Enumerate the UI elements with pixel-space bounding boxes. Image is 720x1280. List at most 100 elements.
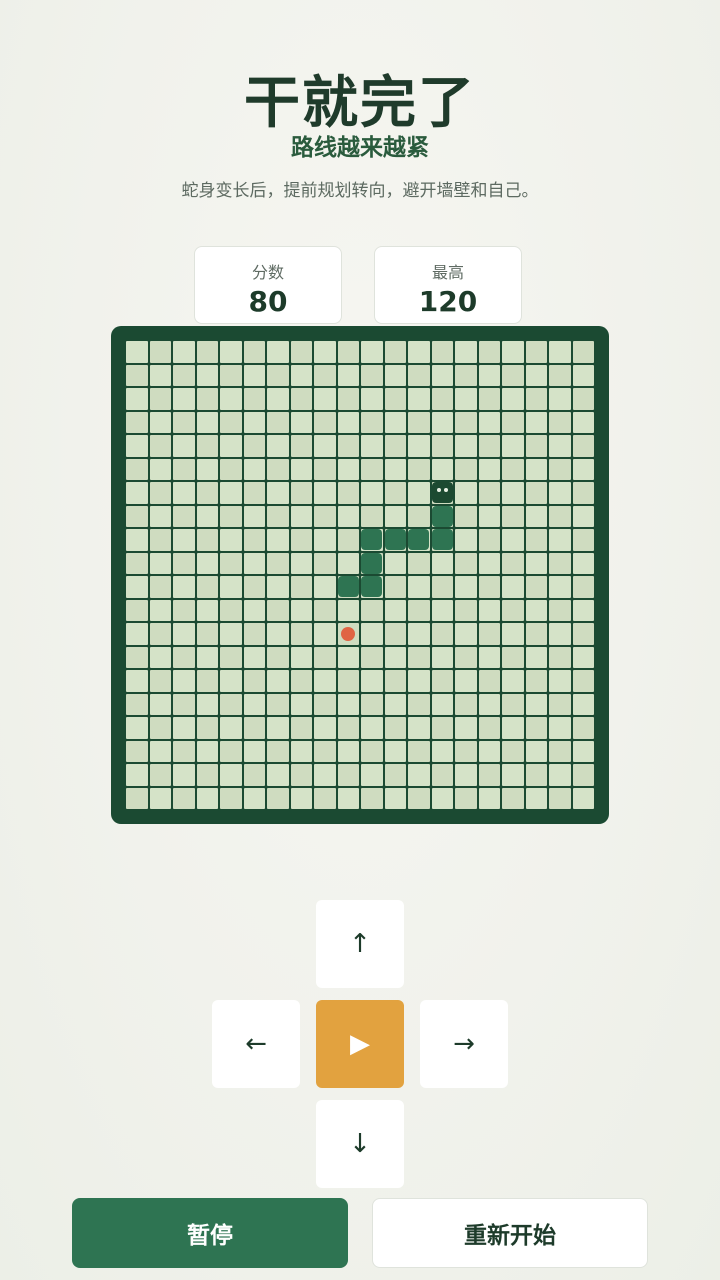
up-button[interactable]: ↑ <box>316 900 404 988</box>
board-cell <box>408 646 430 668</box>
board-cell <box>243 693 265 715</box>
board-cell <box>337 505 359 527</box>
board-cell <box>243 764 265 786</box>
board-cell <box>149 740 171 762</box>
board-cell <box>290 364 312 386</box>
board-cell <box>502 693 524 715</box>
board-cell <box>126 552 148 574</box>
board-cell <box>549 787 571 809</box>
board-cell <box>478 341 500 363</box>
board-cell <box>149 458 171 480</box>
snake-segment <box>361 552 383 574</box>
board-cell <box>196 646 218 668</box>
board-cell <box>149 435 171 457</box>
board-cell <box>149 411 171 433</box>
board-cell <box>408 670 430 692</box>
board-cell <box>549 388 571 410</box>
board-cell <box>290 576 312 598</box>
board-cell <box>455 388 477 410</box>
board-cell <box>408 693 430 715</box>
board-cell <box>337 787 359 809</box>
board-cell <box>502 388 524 410</box>
board-cell <box>502 646 524 668</box>
left-button[interactable]: ← <box>212 1000 300 1088</box>
down-button[interactable]: ↓ <box>316 1100 404 1188</box>
board-cell <box>455 693 477 715</box>
board-cell <box>173 717 195 739</box>
board-cell <box>502 505 524 527</box>
board-cell <box>408 787 430 809</box>
board-cell <box>478 693 500 715</box>
board-cell <box>337 764 359 786</box>
board-cell <box>361 764 383 786</box>
board-cell <box>173 505 195 527</box>
board-cell <box>408 599 430 621</box>
board-cell <box>243 740 265 762</box>
board-cell <box>431 764 453 786</box>
board-cell <box>126 787 148 809</box>
board-cell <box>478 717 500 739</box>
board-cell <box>220 764 242 786</box>
food-dot <box>341 626 356 641</box>
board-cell <box>243 529 265 551</box>
board-cell <box>149 599 171 621</box>
board-cell <box>337 646 359 668</box>
play-button[interactable]: ▶ <box>316 1000 404 1088</box>
board-cell <box>408 411 430 433</box>
board-cell <box>267 670 289 692</box>
board-cell <box>384 482 406 504</box>
board-cell <box>126 764 148 786</box>
board-cell <box>173 576 195 598</box>
board-cell <box>149 482 171 504</box>
board-cell <box>525 505 547 527</box>
board-cell <box>337 364 359 386</box>
board-cell <box>126 505 148 527</box>
board-cell <box>126 435 148 457</box>
board-cell <box>290 670 312 692</box>
board-cell <box>502 717 524 739</box>
board-cell <box>337 740 359 762</box>
right-button[interactable]: → <box>420 1000 508 1088</box>
board-cell <box>549 646 571 668</box>
board-cell <box>220 623 242 645</box>
restart-button[interactable]: 重新开始 <box>372 1198 648 1268</box>
board-cell <box>196 341 218 363</box>
board-cell <box>196 435 218 457</box>
board-cell <box>361 787 383 809</box>
board-cell <box>290 341 312 363</box>
board-cell <box>337 388 359 410</box>
best-score-value: 120 <box>418 285 478 318</box>
board-cell <box>572 693 594 715</box>
board-cell <box>455 623 477 645</box>
board-cell <box>525 552 547 574</box>
board-cell <box>431 717 453 739</box>
board-cell <box>173 623 195 645</box>
snake-head <box>431 482 453 504</box>
board-cell <box>384 646 406 668</box>
pause-button[interactable]: 暂停 <box>72 1198 348 1268</box>
board-cell <box>361 411 383 433</box>
board-cell <box>149 764 171 786</box>
board-cell <box>196 740 218 762</box>
board-cell <box>267 646 289 668</box>
board-cell <box>126 411 148 433</box>
board-cell <box>455 670 477 692</box>
board-cell <box>173 764 195 786</box>
game-board[interactable] <box>111 326 609 824</box>
board-cell <box>243 599 265 621</box>
board-cell <box>126 482 148 504</box>
board-cell <box>525 435 547 457</box>
board-cell <box>290 388 312 410</box>
game-title: 干就完了 <box>244 71 476 136</box>
board-cell <box>478 529 500 551</box>
board-cell <box>290 599 312 621</box>
board-cell <box>267 435 289 457</box>
board-cell <box>408 623 430 645</box>
board-cell <box>502 458 524 480</box>
board-cell <box>502 623 524 645</box>
board-cell <box>384 576 406 598</box>
board-cell <box>126 576 148 598</box>
board-cell <box>384 505 406 527</box>
snake-segment <box>431 529 453 551</box>
board-cell <box>431 364 453 386</box>
